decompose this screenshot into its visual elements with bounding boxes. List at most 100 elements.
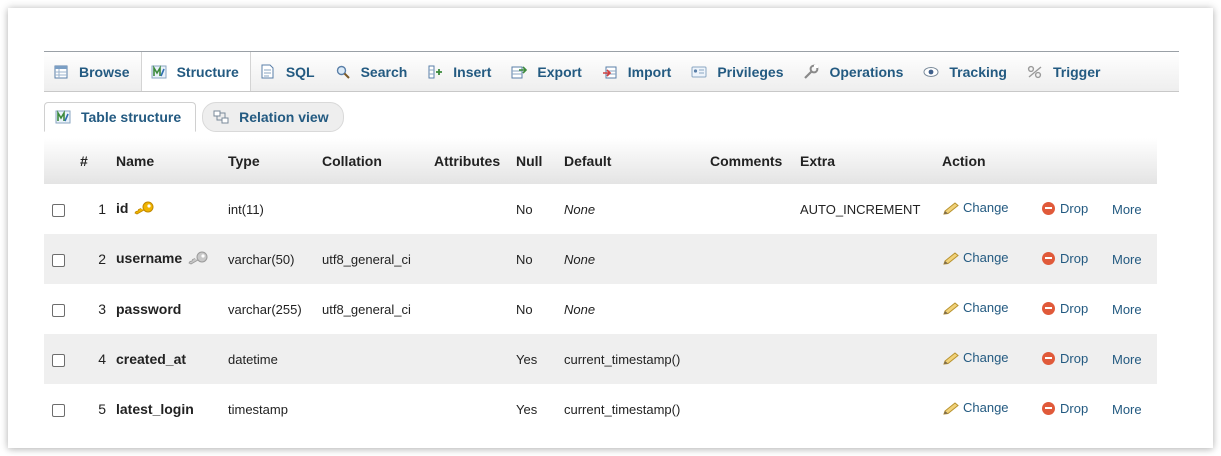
row-checkbox[interactable] (52, 253, 65, 267)
row-extra (800, 284, 942, 334)
row-attributes (434, 284, 516, 334)
row-extra (800, 334, 942, 384)
row-comments (710, 334, 800, 384)
row-collation: utf8_general_ci (322, 284, 434, 334)
row-name-cell: id (116, 184, 228, 234)
row-name-cell: latest_login (116, 384, 228, 434)
row-collation (322, 384, 434, 434)
drop-button[interactable]: Drop (1042, 401, 1088, 416)
row-default: None (564, 284, 710, 334)
more-button[interactable]: More (1112, 352, 1142, 367)
row-comments (710, 234, 800, 284)
row-name-cell: created_at (116, 334, 228, 384)
drop-button[interactable]: Drop (1042, 301, 1088, 316)
row-type: varchar(50) (228, 234, 322, 284)
more-button[interactable]: More (1112, 252, 1142, 267)
row-name-cell: username (116, 234, 228, 284)
tab-insert[interactable]: Insert (418, 52, 502, 91)
drop-button[interactable]: Drop (1042, 351, 1088, 366)
row-checkbox[interactable] (52, 303, 65, 317)
pencil-icon (942, 351, 960, 365)
row-checkbox[interactable] (52, 203, 65, 217)
tab-tracking[interactable]: Tracking (914, 52, 1018, 91)
row-collation (322, 334, 434, 384)
header-name[interactable]: Name (116, 138, 228, 184)
more-button[interactable]: More (1112, 402, 1142, 417)
header-attributes[interactable]: Attributes (434, 138, 516, 184)
search-icon (335, 64, 351, 80)
header-action-fill (1112, 138, 1157, 184)
header-extra[interactable]: Extra (800, 138, 942, 184)
row-type: int(11) (228, 184, 322, 234)
field-name: created_at (116, 351, 187, 367)
sql-icon (260, 64, 276, 80)
row-collation (322, 184, 434, 234)
change-button[interactable]: Change (942, 250, 1009, 265)
row-num: 4 (80, 334, 116, 384)
operations-icon (803, 64, 819, 80)
tab-import[interactable]: Import (593, 52, 683, 91)
change-button[interactable]: Change (942, 300, 1009, 315)
field-name: id (116, 199, 129, 216)
header-collation[interactable]: Collation (322, 138, 434, 184)
drop-icon (1042, 201, 1055, 215)
drop-button[interactable]: Drop (1042, 201, 1088, 216)
pencil-icon (942, 251, 960, 265)
row-comments (710, 184, 800, 234)
row-collation: utf8_general_ci (322, 234, 434, 284)
header-action-fill (1042, 138, 1112, 184)
phpmyadmin-panel: Browse Structure SQL Search Insert Expor… (8, 8, 1213, 448)
browse-icon (53, 64, 69, 80)
more-button[interactable]: More (1112, 202, 1142, 217)
change-button[interactable]: Change (942, 400, 1009, 415)
primary-key-icon (134, 201, 154, 218)
pencil-icon (942, 201, 960, 215)
change-button[interactable]: Change (942, 350, 1009, 365)
drop-icon (1042, 301, 1055, 315)
field-name: password (116, 301, 182, 317)
row-checkbox[interactable] (52, 403, 65, 417)
row-num: 3 (80, 284, 116, 334)
change-button[interactable]: Change (942, 200, 1009, 215)
tab-browse[interactable]: Browse (44, 52, 141, 91)
row-num: 1 (80, 184, 116, 234)
row-null: No (516, 234, 564, 284)
tab-structure[interactable]: Structure (140, 52, 251, 91)
field-name: username (116, 249, 183, 266)
structure-icon (55, 109, 71, 125)
row-default: current_timestamp() (564, 334, 710, 384)
tab-privileges[interactable]: Privileges (682, 52, 794, 91)
table-header-row: # Name Type Collation Attributes Null De… (44, 138, 1157, 184)
table-row: 3 password varchar(255) utf8_general_ci … (44, 284, 1157, 334)
row-type: datetime (228, 334, 322, 384)
row-checkbox[interactable] (52, 353, 65, 367)
field-name: latest_login (116, 401, 194, 417)
subtab-relation-view[interactable]: Relation view (202, 102, 344, 132)
row-default: current_timestamp() (564, 384, 710, 434)
row-num: 2 (80, 234, 116, 284)
drop-icon (1042, 351, 1055, 365)
header-checkbox-col (44, 138, 80, 184)
header-null[interactable]: Null (516, 138, 564, 184)
tab-sql[interactable]: SQL (251, 52, 326, 91)
row-attributes (434, 334, 516, 384)
header-type[interactable]: Type (228, 138, 322, 184)
row-null: No (516, 184, 564, 234)
header-action: Action (942, 138, 1042, 184)
row-attributes (434, 384, 516, 434)
table-row: 5 latest_login timestamp Yes current_tim… (44, 384, 1157, 434)
drop-icon (1042, 251, 1055, 265)
drop-button[interactable]: Drop (1042, 251, 1088, 266)
header-comments[interactable]: Comments (710, 138, 800, 184)
row-type: varchar(255) (228, 284, 322, 334)
row-null: No (516, 284, 564, 334)
row-default: None (564, 184, 710, 234)
tab-operations[interactable]: Operations (794, 52, 914, 91)
tab-search[interactable]: Search (326, 52, 419, 91)
more-button[interactable]: More (1112, 302, 1142, 317)
tab-triggers[interactable]: Trigger (1018, 52, 1111, 91)
header-default[interactable]: Default (564, 138, 710, 184)
subtab-table-structure[interactable]: Table structure (44, 102, 197, 132)
tab-export[interactable]: Export (502, 52, 592, 91)
table-row: 1 id int(11) No None AUTO_INCREMENT Chan… (44, 184, 1157, 234)
